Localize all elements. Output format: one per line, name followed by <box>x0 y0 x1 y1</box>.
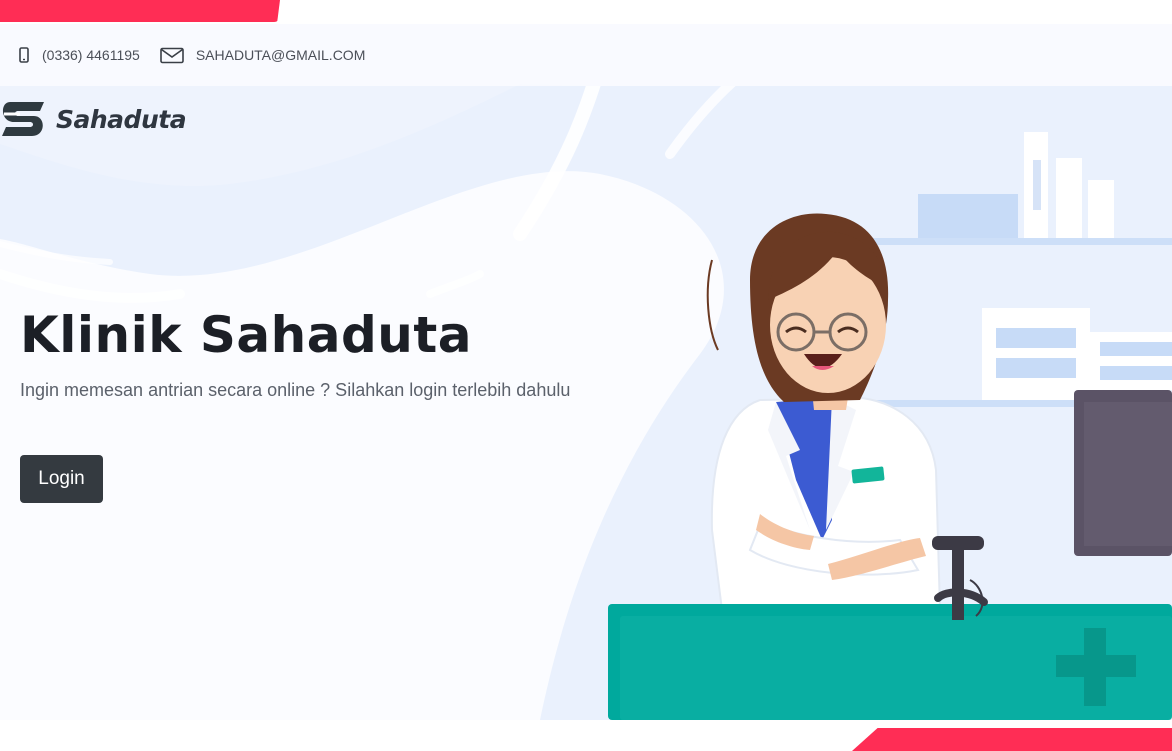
email-address: SAHADUTA@GMAIL.COM <box>195 47 366 63</box>
contact-topbar: (0336) 4461195 SAHADUTA@GMAIL.COM <box>0 24 1172 86</box>
landing-page: (0336) 4461195 SAHADUTA@GMAIL.COM Sahadu… <box>0 0 1172 751</box>
phone-number: (0336) 4461195 <box>42 47 140 63</box>
accent-stripe-bottom <box>852 728 1172 751</box>
doctor-illustration <box>608 132 1172 720</box>
sahaduta-logo-icon <box>2 102 44 136</box>
accent-stripe-top <box>0 0 280 22</box>
envelope-icon <box>160 47 184 63</box>
hero-text: Klinik Sahaduta Ingin memesan antrian se… <box>20 300 580 404</box>
page-title: Klinik Sahaduta <box>20 306 473 364</box>
reception-counter <box>608 604 1172 720</box>
hero-subtitle: Ingin memesan antrian secara online ? Si… <box>20 380 571 400</box>
login-button[interactable]: Login <box>20 455 103 503</box>
phone-icon <box>19 47 29 63</box>
shelf-books <box>850 132 1172 245</box>
doctor-figure <box>706 213 942 611</box>
email-contact[interactable]: SAHADUTA@GMAIL.COM <box>160 47 366 64</box>
brand-logo-link[interactable]: Sahaduta <box>0 98 187 140</box>
phone-contact[interactable]: (0336) 4461195 <box>18 47 140 63</box>
brand-name: Sahaduta <box>56 104 187 134</box>
